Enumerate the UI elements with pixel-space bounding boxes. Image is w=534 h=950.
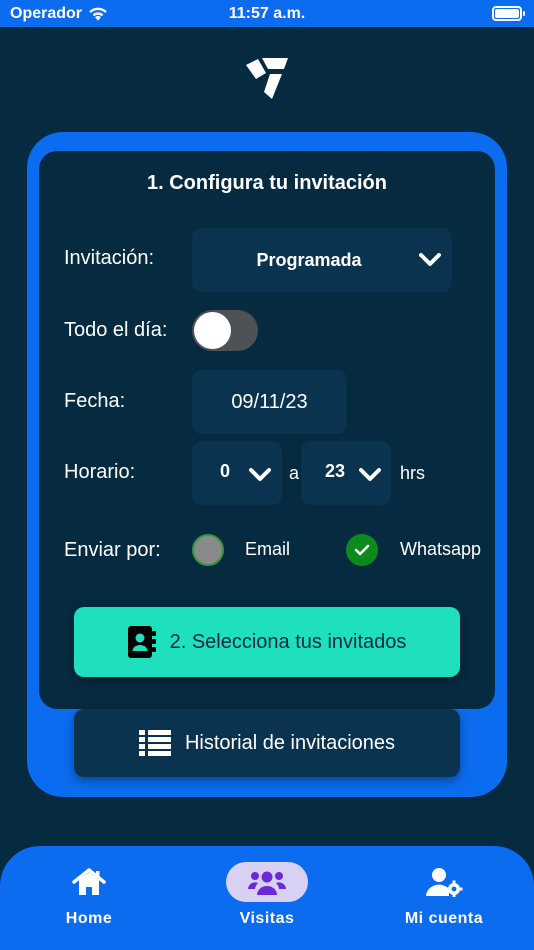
time-label: Horario: [64,461,136,483]
whatsapp-radio[interactable] [346,534,378,566]
nav-pill-home [48,862,130,902]
card-title: 1. Configura tu invitación [146,172,387,194]
chevron-down-icon [419,253,441,266]
chevron-down-icon [359,468,381,481]
whatsapp-option-label: Whatsapp [400,539,482,559]
allday-label: Todo el día: [64,319,168,341]
status-left: Operador [10,5,108,23]
select-guests-button[interactable]: 2. Selecciona tus invitados [74,607,460,677]
email-radio[interactable] [192,534,224,566]
carrier-label: Operador [10,4,83,22]
battery-icon [492,6,525,21]
invitation-type-value: Programada [256,249,362,270]
send-label: Enviar por: [64,539,161,561]
time-separator: a [289,463,300,483]
home-icon [72,868,106,895]
wifi-icon [89,7,107,21]
users-icon [248,871,286,895]
chevron-down-icon [249,468,271,481]
nav-item-account[interactable]: Mi cuenta [364,846,524,950]
date-label: Fecha: [64,390,126,412]
bottom-nav: Home Visitas Mi cuenta [0,846,534,950]
allday-toggle[interactable] [192,310,258,351]
toggle-knob [194,312,231,349]
invitation-type-select[interactable]: Programada [192,228,452,292]
date-input[interactable]: 09/11/23 [192,370,347,434]
time-to-select[interactable]: 23 [301,441,391,505]
user-gear-icon [426,868,463,897]
address-book-icon [127,626,156,658]
check-icon [354,544,370,556]
select-guests-label: 2. Selecciona tus invitados [169,630,407,653]
nav-label-home: Home [65,910,113,927]
time-unit: hrs [400,463,426,483]
nav-label-account: Mi cuenta [404,910,484,927]
time-to-value: 23 [325,461,346,481]
history-button[interactable]: Historial de invitaciones [74,709,460,777]
status-time: 11:57 a.m. [228,4,306,22]
nav-item-home[interactable]: Home [9,846,169,950]
battery-fill [495,9,519,18]
history-label: Historial de invitaciones [184,731,396,754]
nav-pill-account [403,862,485,902]
brand-logo [246,58,288,99]
nav-item-visits[interactable]: Visitas [187,846,347,950]
list-icon [138,730,171,756]
time-from-select[interactable]: 0 [192,441,282,505]
email-option-label: Email [245,539,291,559]
nav-label-visits: Visitas [239,910,295,927]
invitation-label: Invitación: [64,247,155,269]
time-from-value: 0 [220,461,231,481]
nav-pill-visits [226,862,308,902]
status-bar: Operador 11:57 a.m. [0,0,534,27]
